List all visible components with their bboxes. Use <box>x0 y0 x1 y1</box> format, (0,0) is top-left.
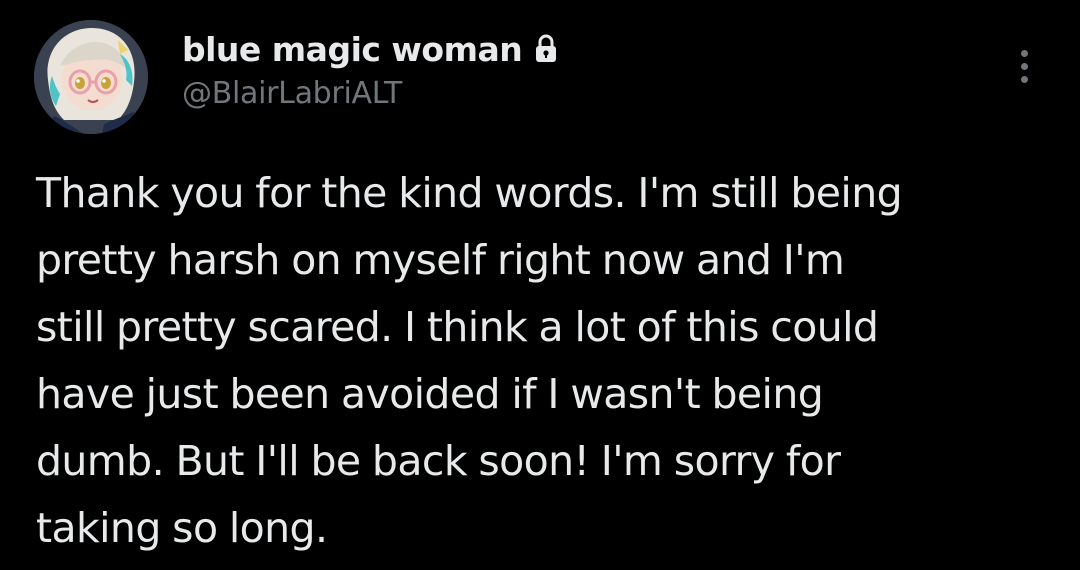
tweet-header: blue magic woman @BlairLabriALT <box>182 24 1000 111</box>
lock-icon <box>534 34 558 64</box>
user-handle[interactable]: @BlairLabriALT <box>182 76 1000 111</box>
tweet-text: Thank you for the kind words. I'm still … <box>36 169 903 552</box>
name-row: blue magic woman <box>182 24 1000 74</box>
display-name[interactable]: blue magic woman <box>182 30 523 69</box>
avatar-image <box>34 20 148 134</box>
more-options-button[interactable] <box>1004 44 1044 88</box>
more-vertical-icon-dot <box>1020 62 1028 70</box>
tweet-card: blue magic woman @BlairLabriALT Thank yo… <box>0 0 1080 570</box>
avatar[interactable] <box>34 20 148 134</box>
more-vertical-icon-dot <box>1020 75 1028 83</box>
more-vertical-icon <box>1020 49 1028 57</box>
